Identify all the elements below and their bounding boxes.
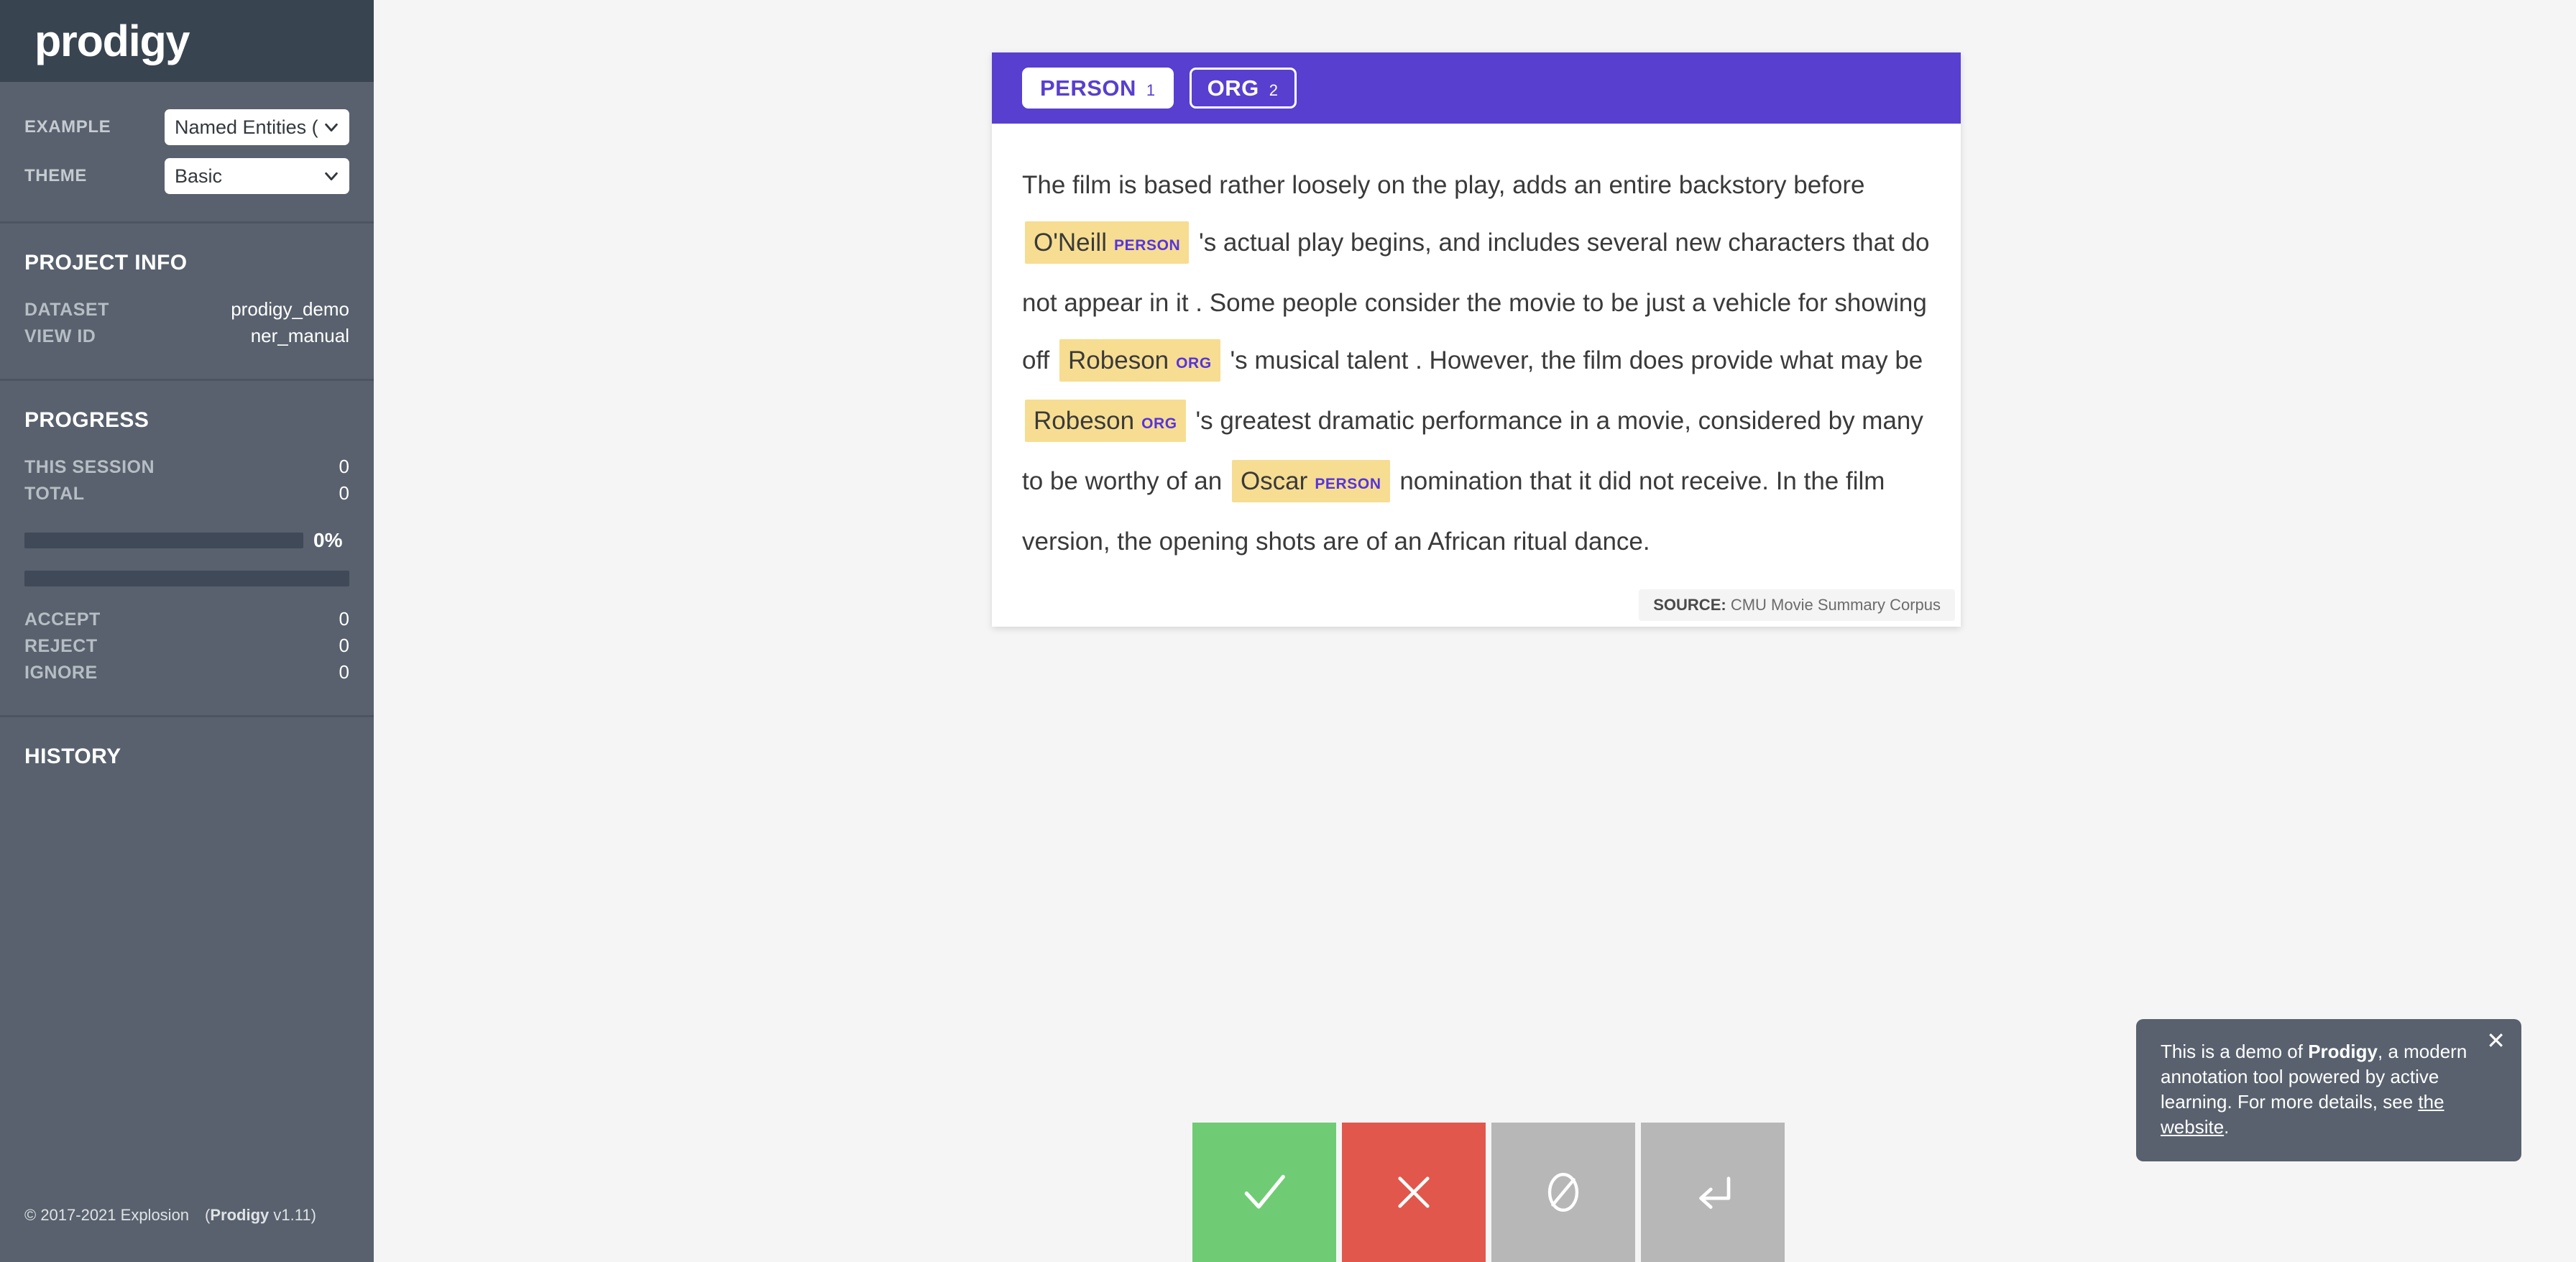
viewid-key: VIEW ID	[24, 326, 96, 346]
progress-bar-row: 0%	[24, 529, 349, 552]
example-select-value: Named Entities (r	[175, 116, 319, 138]
entity-oscar[interactable]: Oscar PERSON	[1231, 460, 1390, 502]
product-name: Prodigy	[210, 1206, 270, 1224]
circle-slash-icon	[1547, 1173, 1579, 1212]
example-row: EXAMPLE Named Entities (r	[24, 109, 349, 145]
toast-brand: Prodigy	[2308, 1041, 2378, 1062]
close-icon[interactable]: ✕	[2486, 1029, 2506, 1052]
dataset-key: DATASET	[24, 300, 109, 320]
toast-text-part3: .	[2224, 1116, 2230, 1138]
chevron-down-icon	[325, 172, 338, 181]
progress-row-reject: REJECT 0	[24, 635, 349, 657]
progress-bar-primary	[24, 533, 303, 548]
sidebar-logo: prodigy	[0, 0, 374, 82]
action-bar	[1192, 1123, 1785, 1262]
progress-percent: 0%	[313, 529, 343, 551]
entity-text: Robeson	[1068, 346, 1169, 374]
progress-bars: 0%	[24, 529, 349, 586]
dataset-value: prodigy_demo	[231, 298, 349, 320]
project-info-heading: PROJECT INFO	[24, 251, 188, 275]
source-chip: SOURCE: CMU Movie Summary Corpus	[1639, 589, 1955, 621]
this-session-value: 0	[339, 456, 349, 477]
cross-icon	[1398, 1176, 1430, 1208]
entity-label: PERSON	[1113, 237, 1181, 254]
card-footer: SOURCE: CMU Movie Summary Corpus	[992, 589, 1961, 627]
source-value: CMU Movie Summary Corpus	[1730, 596, 1941, 614]
label-button-org-shortcut: 2	[1269, 81, 1279, 99]
progress-bar-secondary	[24, 571, 349, 586]
accept-value: 0	[339, 608, 349, 630]
version-text: (Prodigy v1.11)	[205, 1206, 316, 1224]
check-icon	[1244, 1174, 1285, 1209]
example-label: EXAMPLE	[24, 117, 111, 137]
reject-key: REJECT	[24, 636, 98, 656]
app-root: prodigy EXAMPLE Named Entities (r THEME …	[0, 0, 2576, 1262]
project-info-section: PROJECT INFO DATASET prodigy_demo VIEW I…	[0, 224, 374, 381]
reject-value: 0	[339, 635, 349, 656]
entity-label: PERSON	[1315, 476, 1381, 492]
sidebar-footer: © 2017-2021 Explosion (Prodigy v1.11)	[0, 1206, 374, 1262]
entity-robeson-2[interactable]: Robeson ORG	[1025, 400, 1186, 442]
project-info-row-viewid: VIEW ID ner_manual	[24, 325, 349, 347]
accept-key: ACCEPT	[24, 609, 101, 630]
progress-row-accept: ACCEPT 0	[24, 608, 349, 630]
source-key: SOURCE:	[1653, 596, 1726, 614]
text-segment: 's musical talent . However, the film do…	[1223, 346, 1923, 374]
label-button-org[interactable]: ORG 2	[1189, 68, 1297, 109]
annotation-card: PERSON 1 ORG 2 The film is based rather …	[992, 52, 1961, 627]
label-toolbar: PERSON 1 ORG 2	[992, 52, 1961, 124]
progress-section: PROGRESS THIS SESSION 0 TOTAL 0 0% ACCEP…	[0, 381, 374, 717]
ignore-value: 0	[339, 661, 349, 683]
theme-select-value: Basic	[175, 165, 223, 187]
example-select[interactable]: Named Entities (r	[165, 109, 349, 145]
accept-button[interactable]	[1192, 1123, 1336, 1262]
entity-text: Oscar	[1240, 467, 1308, 495]
progress-row-ignore: IGNORE 0	[24, 661, 349, 683]
entity-label: ORG	[1141, 415, 1177, 432]
reject-button[interactable]	[1342, 1123, 1486, 1262]
progress-row-total: TOTAL 0	[24, 482, 349, 505]
this-session-key: THIS SESSION	[24, 457, 155, 477]
chevron-down-icon	[325, 123, 338, 132]
label-button-org-text: ORG	[1207, 75, 1259, 101]
label-button-person[interactable]: PERSON 1	[1022, 68, 1174, 109]
viewid-value: ner_manual	[250, 325, 349, 346]
project-info-row-dataset: DATASET prodigy_demo	[24, 298, 349, 321]
version-number: v1.11	[273, 1206, 311, 1224]
progress-heading: PROGRESS	[24, 408, 150, 432]
label-button-person-text: PERSON	[1040, 75, 1136, 101]
history-heading: HISTORY	[24, 745, 121, 768]
sidebar: prodigy EXAMPLE Named Entities (r THEME …	[0, 0, 374, 1262]
copyright-text: © 2017-2021 Explosion	[24, 1206, 190, 1224]
annotation-text[interactable]: The film is based rather loosely on the …	[992, 124, 1961, 589]
ignore-button[interactable]	[1491, 1123, 1635, 1262]
toast-text-part1: This is a demo of	[2161, 1041, 2309, 1062]
text-segment: The film is based rather loosely on the …	[1022, 171, 1865, 199]
entity-robeson-1[interactable]: Robeson ORG	[1059, 339, 1220, 382]
demo-toast: ✕ This is a demo of Prodigy, a modern an…	[2136, 1019, 2521, 1161]
app-logo-text: prodigy	[34, 16, 190, 65]
history-section: HISTORY	[0, 717, 374, 819]
label-button-person-shortcut: 1	[1146, 81, 1156, 99]
undo-button[interactable]	[1641, 1123, 1785, 1262]
theme-label: THEME	[24, 166, 87, 185]
main-area: PERSON 1 ORG 2 The film is based rather …	[374, 0, 2576, 1262]
entity-text: Robeson	[1034, 407, 1135, 435]
entity-oneill[interactable]: O'Neill PERSON	[1025, 221, 1190, 264]
progress-row-session: THIS SESSION 0	[24, 456, 349, 478]
theme-select[interactable]: Basic	[165, 158, 349, 194]
total-value: 0	[339, 482, 349, 504]
return-arrow-icon	[1699, 1176, 1731, 1209]
total-key: TOTAL	[24, 484, 85, 504]
entity-label: ORG	[1176, 355, 1212, 372]
sidebar-controls-section: EXAMPLE Named Entities (r THEME Basic	[0, 82, 374, 224]
ignore-key: IGNORE	[24, 663, 98, 683]
entity-text: O'Neill	[1034, 229, 1107, 257]
theme-row: THEME Basic	[24, 158, 349, 194]
